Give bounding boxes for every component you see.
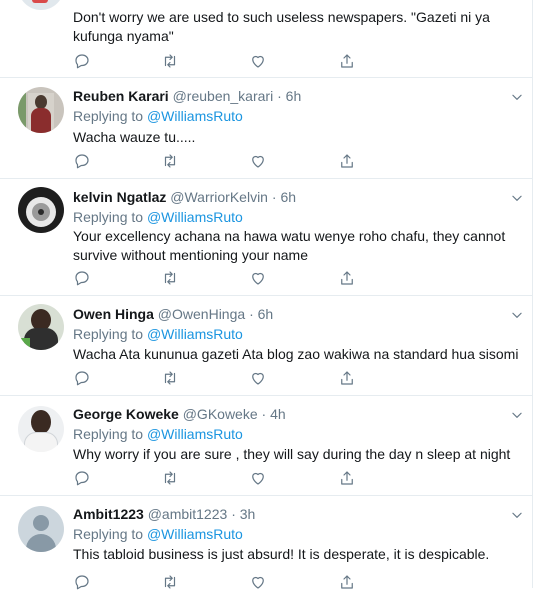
timestamp[interactable]: 6h — [286, 88, 302, 104]
replying-to: Replying to @WilliamsRuto — [73, 326, 243, 342]
like-icon[interactable] — [249, 152, 267, 170]
avatar[interactable] — [18, 406, 64, 452]
chevron-down-icon[interactable] — [510, 508, 524, 522]
replying-to: Replying to @WilliamsRuto — [73, 209, 243, 225]
like-icon[interactable] — [249, 573, 267, 591]
reply-icon[interactable] — [73, 369, 91, 387]
timestamp[interactable]: 6h — [280, 189, 296, 205]
retweet-icon[interactable] — [161, 52, 179, 70]
like-icon[interactable] — [249, 269, 267, 287]
replying-label: Replying to — [73, 326, 144, 342]
tweet-header: Ambit1223 @ambit1223 · 3h — [73, 506, 255, 522]
tweet[interactable]: kelvin Ngatlaz @WarriorKelvin · 6h Reply… — [0, 179, 533, 296]
tweet[interactable]: Owen Hinga @OwenHinga · 6h Replying to @… — [0, 296, 533, 396]
share-icon[interactable] — [338, 269, 356, 287]
user-handle[interactable]: @reuben_karari — [173, 88, 274, 104]
reply-icon[interactable] — [73, 152, 91, 170]
chevron-down-icon[interactable] — [510, 308, 524, 322]
display-name[interactable]: Owen Hinga — [73, 306, 154, 322]
avatar[interactable] — [18, 304, 64, 350]
tweet-header: George Koweke @GKoweke · 4h — [73, 406, 286, 422]
user-handle[interactable]: @ambit1223 — [148, 506, 228, 522]
replying-label: Replying to — [73, 426, 144, 442]
tweet-header: kelvin Ngatlaz @WarriorKelvin · 6h — [73, 189, 296, 205]
chevron-down-icon[interactable] — [510, 408, 524, 422]
like-icon[interactable] — [249, 52, 267, 70]
tweet-header: Reuben Karari @reuben_karari · 6h — [73, 88, 301, 104]
mention-link[interactable]: @WilliamsRuto — [147, 209, 243, 225]
tweet[interactable]: Don't worry we are used to such useless … — [0, 0, 533, 78]
share-icon[interactable] — [338, 573, 356, 591]
like-icon[interactable] — [249, 469, 267, 487]
timestamp[interactable]: 6h — [258, 306, 274, 322]
tweet-actions — [73, 469, 373, 487]
replying-label: Replying to — [73, 108, 144, 124]
reply-icon[interactable] — [73, 573, 91, 591]
replying-label: Replying to — [73, 209, 144, 225]
tweet-actions — [73, 52, 373, 70]
timeline-frame: Don't worry we are used to such useless … — [0, 0, 533, 591]
timestamp[interactable]: 3h — [240, 506, 256, 522]
share-icon[interactable] — [338, 152, 356, 170]
share-icon[interactable] — [338, 369, 356, 387]
tweet-actions — [73, 369, 373, 387]
default-avatar-icon[interactable] — [18, 506, 64, 552]
retweet-icon[interactable] — [161, 269, 179, 287]
separator-dot: · — [249, 306, 254, 322]
tweet-text: This tabloid business is just absurd! It… — [73, 546, 490, 562]
reply-icon[interactable] — [73, 469, 91, 487]
share-icon[interactable] — [338, 52, 356, 70]
display-name[interactable]: Reuben Karari — [73, 88, 169, 104]
replying-label: Replying to — [73, 526, 144, 542]
avatar[interactable] — [18, 0, 64, 10]
share-icon[interactable] — [338, 469, 356, 487]
mention-link[interactable]: @WilliamsRuto — [147, 526, 243, 542]
tweet-text: Wacha Ata kununua gazeti Ata blog zao wa… — [73, 346, 519, 362]
mention-link[interactable]: @WilliamsRuto — [147, 108, 243, 124]
tweet[interactable]: Reuben Karari @reuben_karari · 6h Replyi… — [0, 78, 533, 179]
tweet[interactable]: Ambit1223 @ambit1223 · 3h Replying to @W… — [0, 496, 533, 591]
retweet-icon[interactable] — [161, 573, 179, 591]
replying-to: Replying to @WilliamsRuto — [73, 426, 243, 442]
tweet-text: Don't worry we are used to such useless … — [73, 9, 490, 44]
retweet-icon[interactable] — [161, 152, 179, 170]
chevron-down-icon[interactable] — [510, 90, 524, 104]
chevron-down-icon[interactable] — [510, 191, 524, 205]
tweet[interactable]: George Koweke @GKoweke · 4h Replying to … — [0, 396, 533, 496]
like-icon[interactable] — [249, 369, 267, 387]
display-name[interactable]: George Koweke — [73, 406, 179, 422]
retweet-icon[interactable] — [161, 469, 179, 487]
tweet-text: Wacha wauze tu..... — [73, 129, 196, 145]
separator-dot: · — [261, 406, 267, 422]
replying-to: Replying to @WilliamsRuto — [73, 526, 243, 542]
user-handle[interactable]: @OwenHinga — [158, 306, 245, 322]
tweet-actions — [73, 573, 373, 591]
tweet-text: Your excellency achana na hawa watu weny… — [73, 228, 506, 263]
mention-link[interactable]: @WilliamsRuto — [147, 426, 243, 442]
tweet-actions — [73, 269, 373, 287]
user-handle[interactable]: @WarriorKelvin — [170, 189, 268, 205]
avatar[interactable] — [18, 87, 64, 133]
replying-to: Replying to @WilliamsRuto — [73, 108, 243, 124]
avatar[interactable] — [18, 187, 64, 233]
reply-icon[interactable] — [73, 269, 91, 287]
display-name[interactable]: Ambit1223 — [73, 506, 144, 522]
mention-link[interactable]: @WilliamsRuto — [147, 326, 243, 342]
retweet-icon[interactable] — [161, 369, 179, 387]
tweet-actions — [73, 152, 373, 170]
tweet-header: Owen Hinga @OwenHinga · 6h — [73, 306, 273, 322]
separator-dot: · — [231, 506, 236, 522]
tweet-text: Why worry if you are sure , they will sa… — [73, 446, 511, 462]
separator-dot: · — [277, 88, 282, 104]
separator-dot: · — [271, 189, 277, 205]
reply-icon[interactable] — [73, 52, 91, 70]
timestamp[interactable]: 4h — [270, 406, 286, 422]
display-name[interactable]: kelvin Ngatlaz — [73, 189, 166, 205]
user-handle[interactable]: @GKoweke — [183, 406, 258, 422]
